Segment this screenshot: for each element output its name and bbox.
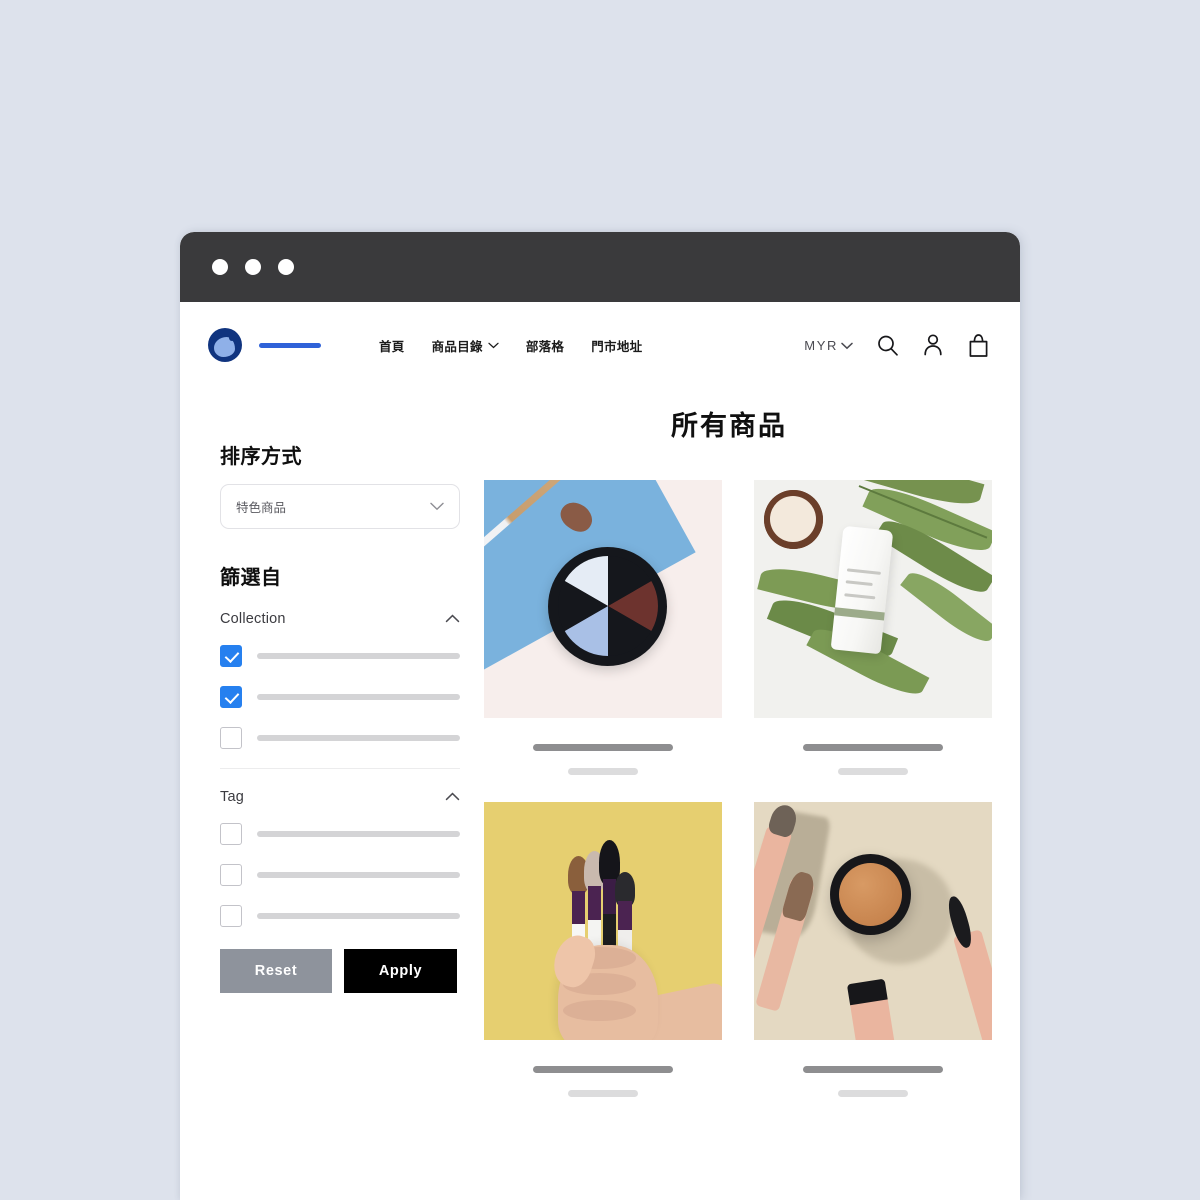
window-minimize-dot[interactable] (245, 259, 261, 275)
nav-item-catalog[interactable]: 商品目錄 (432, 336, 499, 355)
filter-sidebar: 排序方式 特色商品 篩選自 Collection Tag Reset Apply (220, 388, 462, 1097)
filter-checkbox[interactable] (220, 686, 242, 708)
filter-option-row[interactable] (220, 823, 460, 845)
filter-by-heading: 篩選自 (220, 567, 282, 589)
filter-checkbox[interactable] (220, 727, 242, 749)
product-price-placeholder (568, 768, 638, 775)
product-title-placeholder (532, 744, 674, 751)
filter-option-label-placeholder (257, 653, 460, 659)
sort-by-select[interactable]: 特色商品 (220, 484, 460, 529)
filter-checkbox[interactable] (220, 905, 242, 927)
product-grid (484, 480, 992, 1097)
product-image[interactable] (484, 802, 722, 1040)
filter-option-row[interactable] (220, 864, 460, 886)
currency-label: MYR (804, 337, 838, 353)
sort-by-selected-value: 特色商品 (236, 501, 287, 515)
filter-option-label-placeholder (257, 694, 460, 700)
header-actions: MYR (804, 333, 990, 358)
page-title: 所有商品 (671, 411, 787, 441)
window-maximize-dot[interactable] (278, 259, 294, 275)
filter-group-collection: Collection (220, 610, 460, 749)
product-image[interactable] (754, 480, 992, 718)
filter-group-collection-header[interactable]: Collection (220, 610, 460, 628)
page-body: 排序方式 特色商品 篩選自 Collection Tag Reset Apply… (180, 388, 1020, 1097)
chevron-up-icon[interactable] (445, 788, 460, 806)
filter-option-label-placeholder (257, 913, 460, 919)
filter-option-label-placeholder (257, 735, 460, 741)
browser-titlebar (180, 232, 1020, 302)
cart-icon[interactable] (967, 333, 990, 358)
filter-option-row[interactable] (220, 686, 460, 708)
product-meta (484, 718, 722, 775)
product-title-placeholder (802, 744, 944, 751)
filter-group-tag: Tag (220, 788, 460, 927)
filter-group-divider (220, 768, 460, 769)
main-nav: 首頁 商品目錄 部落格 門市地址 (379, 336, 642, 355)
search-icon[interactable] (876, 334, 899, 357)
filter-checkbox[interactable] (220, 823, 242, 845)
product-title-placeholder (802, 1066, 944, 1073)
product-listing: 所有商品 (462, 388, 1020, 1097)
nav-item-label: 首頁 (379, 339, 405, 354)
product-bronzer-compact[interactable] (754, 802, 992, 1097)
filter-option-label-placeholder (257, 831, 460, 837)
currency-selector[interactable]: MYR (804, 338, 853, 353)
browser-window: 首頁 商品目錄 部落格 門市地址 MYR 排序方式 特色商品 篩選自 Colle… (180, 232, 1020, 1200)
product-price-placeholder (838, 768, 908, 775)
account-icon[interactable] (922, 333, 944, 357)
window-close-dot[interactable] (212, 259, 228, 275)
chevron-down-icon (430, 500, 444, 514)
nav-item-home[interactable]: 首頁 (379, 336, 405, 355)
product-meta (484, 1040, 722, 1097)
product-makeup-brush-set[interactable] (484, 802, 722, 1097)
chevron-down-icon (841, 338, 853, 353)
filter-option-row[interactable] (220, 905, 460, 927)
filter-checkbox[interactable] (220, 645, 242, 667)
site-header: 首頁 商品目錄 部落格 門市地址 MYR (180, 302, 1020, 388)
chevron-up-icon[interactable] (445, 610, 460, 628)
brand-logo-icon (208, 328, 242, 362)
product-image[interactable] (754, 802, 992, 1040)
product-skincare-bottle[interactable] (754, 480, 992, 775)
filter-option-label-placeholder (257, 872, 460, 878)
browser-viewport: 首頁 商品目錄 部落格 門市地址 MYR 排序方式 特色商品 篩選自 Colle… (180, 302, 1020, 1200)
apply-button[interactable]: Apply (344, 949, 457, 993)
filter-actions: Reset Apply (220, 949, 462, 993)
filter-option-row[interactable] (220, 727, 460, 749)
filter-option-row[interactable] (220, 645, 460, 667)
nav-item-store-locations[interactable]: 門市地址 (591, 336, 642, 355)
filter-group-title: Tag (220, 789, 244, 805)
brand-name-placeholder-bar (259, 342, 321, 348)
brand-logo[interactable] (208, 328, 321, 362)
product-eyeshadow-palette[interactable] (484, 480, 722, 775)
reset-button[interactable]: Reset (220, 949, 332, 993)
product-title-placeholder (532, 1066, 674, 1073)
nav-item-label: 商品目錄 (431, 339, 483, 354)
nav-item-blog[interactable]: 部落格 (526, 336, 564, 355)
product-image[interactable] (484, 480, 722, 718)
product-price-placeholder (568, 1090, 638, 1097)
filter-checkbox[interactable] (220, 864, 242, 886)
nav-item-label: 部落格 (525, 339, 565, 354)
sort-by-heading: 排序方式 (220, 446, 302, 468)
product-meta (754, 1040, 992, 1097)
nav-item-label: 門市地址 (591, 339, 643, 354)
chevron-down-icon (488, 338, 499, 352)
product-meta (754, 718, 992, 775)
filter-group-title: Collection (220, 611, 286, 627)
product-price-placeholder (838, 1090, 908, 1097)
filter-group-tag-header[interactable]: Tag (220, 788, 460, 806)
